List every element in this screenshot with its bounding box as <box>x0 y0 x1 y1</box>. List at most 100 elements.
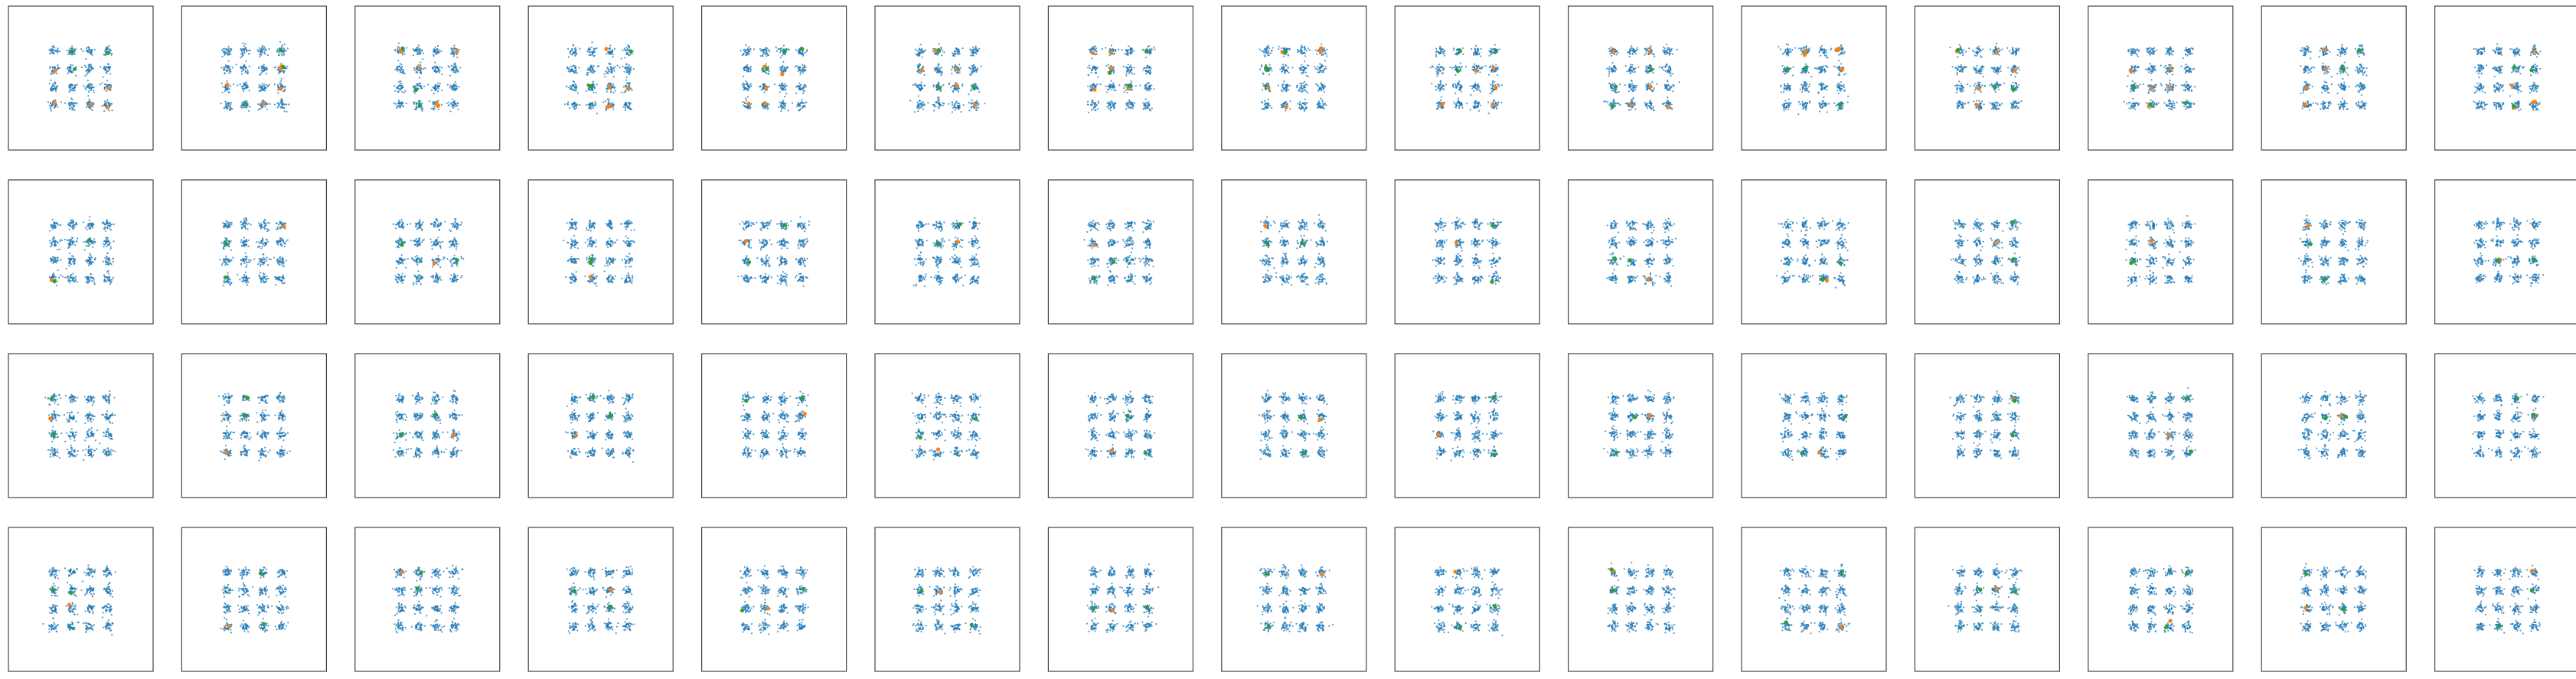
scatter-point <box>228 46 230 47</box>
scatter-point <box>919 108 920 109</box>
scatter-point <box>221 92 223 93</box>
scatter-point <box>802 70 804 72</box>
scatter-point <box>629 71 631 73</box>
scatter-point <box>593 70 595 72</box>
scatter-point <box>614 66 615 67</box>
scatter-point <box>623 106 625 107</box>
scatter-point <box>745 44 746 46</box>
scatter-point <box>419 77 420 78</box>
scatter-point <box>958 72 960 73</box>
scatter-point <box>621 57 622 59</box>
scatter-point <box>923 51 925 52</box>
scatter-point <box>743 76 744 77</box>
scatter-point <box>623 92 625 93</box>
scatter-point <box>955 66 957 67</box>
scatter-point <box>454 100 455 102</box>
scatter-point <box>761 103 762 105</box>
scatter-point <box>456 54 458 55</box>
scatter-point <box>1114 103 1115 104</box>
scatter-point <box>573 80 574 82</box>
scatter-point <box>403 103 404 104</box>
scatter-point <box>437 49 439 51</box>
scatter-point <box>801 70 802 71</box>
scatter-point <box>249 90 250 91</box>
scatter-point <box>573 106 575 108</box>
scatter-point <box>50 90 51 91</box>
scatter-point <box>920 107 922 109</box>
scatter-point <box>917 64 919 66</box>
highlight-point <box>436 103 440 107</box>
scatter-point <box>86 73 87 75</box>
scatter-point <box>69 69 70 70</box>
scatter-point <box>955 51 956 53</box>
scatter-point <box>938 84 939 86</box>
scatter-point <box>243 83 245 84</box>
scatter-point <box>447 84 449 86</box>
scatter-point <box>437 83 439 84</box>
scatter-point <box>977 87 978 88</box>
scatter-point <box>80 48 82 50</box>
scatter-point <box>241 103 243 105</box>
scatter-point <box>71 109 73 110</box>
scatter-point <box>413 50 415 51</box>
scatter-point <box>243 50 245 51</box>
scatter-point <box>1092 47 1094 49</box>
scatter-point <box>633 68 635 70</box>
scatter-point <box>762 55 764 57</box>
scatter-point <box>414 93 416 94</box>
scatter-point <box>937 71 939 73</box>
scatter-point <box>1092 102 1094 103</box>
scatter-point <box>783 106 785 107</box>
scatter-point <box>574 103 576 104</box>
scatter-point <box>625 77 627 78</box>
highlight-point <box>800 47 804 51</box>
scatter-point <box>60 101 62 103</box>
scatter-point <box>743 70 745 71</box>
scatter-point <box>937 64 939 65</box>
scatter-point <box>568 87 570 88</box>
scatter-point <box>1087 101 1089 103</box>
scatter-point <box>57 106 58 108</box>
scatter-point <box>799 66 801 67</box>
scatter-point <box>803 105 805 106</box>
scatter-point <box>224 69 226 70</box>
scatter-point <box>227 69 229 70</box>
scatter-point <box>71 84 73 86</box>
scatter-point <box>578 67 580 68</box>
scatter-point <box>244 84 246 86</box>
scatter-point <box>401 91 403 93</box>
scatter-point <box>952 67 954 68</box>
highlight-point <box>782 48 786 52</box>
highlight-point <box>955 83 958 87</box>
scatter-point <box>779 48 781 50</box>
scatter-point <box>85 58 87 60</box>
scatter-point <box>925 50 926 51</box>
scatter-point <box>432 107 433 109</box>
scatter-point <box>952 111 953 113</box>
scatter-point <box>416 71 417 73</box>
scatter-point <box>575 66 576 67</box>
scatter-point <box>612 83 614 84</box>
scatter-point <box>54 83 56 84</box>
scatter-point <box>586 69 588 70</box>
scatter-point <box>227 52 229 54</box>
scatter-point <box>743 83 744 84</box>
scatter-point <box>283 54 285 55</box>
scatter-point <box>227 103 228 104</box>
scatter-point <box>576 107 577 109</box>
highlight-point <box>89 102 93 106</box>
scatter-point <box>455 83 456 85</box>
scatter-point <box>784 67 785 68</box>
scatter-point <box>71 99 73 100</box>
scatter-point <box>746 70 747 71</box>
scatter-point <box>227 91 229 93</box>
scatter-point <box>420 100 421 102</box>
scatter-point <box>455 81 456 83</box>
scatter-point <box>105 48 106 50</box>
scatter-point <box>915 48 916 50</box>
scatter-point <box>762 106 764 107</box>
scatter-point <box>625 105 627 106</box>
scatter-point <box>629 54 631 55</box>
scatter-point <box>400 67 402 69</box>
scatter-point <box>230 48 231 50</box>
